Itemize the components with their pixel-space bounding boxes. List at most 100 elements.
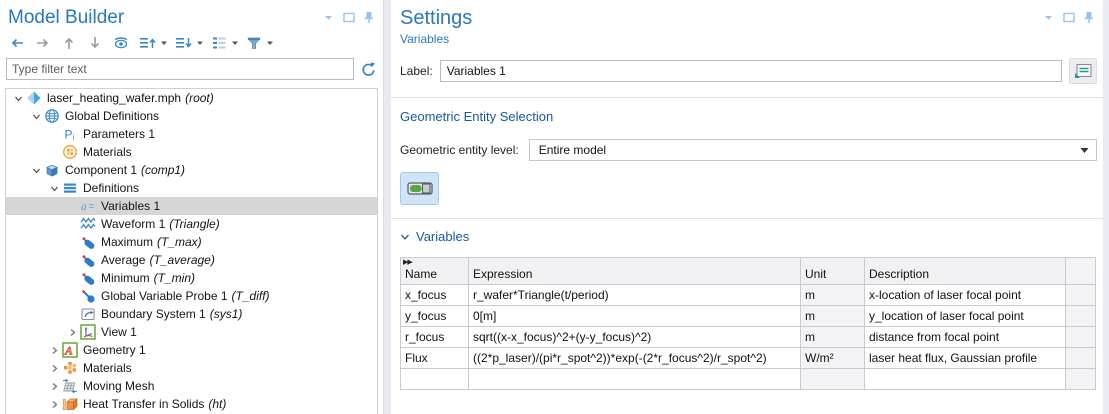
column-header-unit[interactable]: Unit: [801, 258, 865, 285]
cell-name[interactable]: x_focus: [401, 285, 469, 306]
cell-extra: [1066, 327, 1096, 348]
chevron-down-icon[interactable]: [1042, 11, 1055, 24]
expand-arrow-icon[interactable]: [46, 360, 62, 376]
cell-empty[interactable]: [469, 369, 801, 390]
variables-section-header[interactable]: Variables: [400, 229, 1097, 244]
tree-item-heat-transfer-in-solids[interactable]: Heat Transfer in Solids(ht): [6, 395, 377, 413]
materials-global-icon: [62, 144, 78, 160]
tree-item-parameters-1[interactable]: PiParameters 1: [6, 125, 377, 143]
geometric-entity-level-row: Geometric entity level: Entire model: [400, 139, 1097, 161]
tree-item-moving-mesh[interactable]: Moving Mesh: [6, 377, 377, 395]
cell-name[interactable]: Flux: [401, 348, 469, 369]
pin-icon[interactable]: [1082, 11, 1095, 24]
tree-item-materials[interactable]: Materials: [6, 143, 377, 161]
cell-unit[interactable]: m: [801, 327, 865, 348]
expand-list-button[interactable]: [136, 34, 159, 52]
model-builder-header: Model Builder: [0, 0, 383, 29]
tree-item-global-variable-probe-1[interactable]: Global Variable Probe 1(T_diff): [6, 287, 377, 305]
globe-icon: [44, 108, 60, 124]
tree-item-global-definitions[interactable]: Global Definitions: [6, 107, 377, 125]
chevron-down-icon[interactable]: [322, 11, 335, 24]
tree-item-geometry-1[interactable]: AGeometry 1: [6, 341, 377, 359]
arrow-down-icon: [87, 35, 103, 51]
probe-global-icon: [80, 288, 96, 304]
dropdown-caret-icon[interactable]: [196, 40, 204, 46]
dropdown-caret-icon[interactable]: [160, 40, 168, 46]
tree-item-label: laser_heating_wafer.mph: [47, 91, 181, 105]
cell-expression[interactable]: 0[m]: [469, 306, 801, 327]
collapse-chevron-icon[interactable]: [400, 232, 410, 242]
arrow-up-button[interactable]: [58, 34, 80, 52]
cell-empty[interactable]: [801, 369, 865, 390]
cell-expression[interactable]: ((2*p_laser)/(pi*r_spot^2))*exp(-(2*r_fo…: [469, 348, 801, 369]
tree-item-view-1[interactable]: View 1: [6, 323, 377, 341]
arrow-left-button[interactable]: [6, 34, 28, 52]
geometric-entity-level-select[interactable]: Entire model: [529, 139, 1097, 161]
model-builder-window-controls: [322, 7, 375, 24]
tree-item-label: Parameters 1: [83, 127, 155, 141]
cell-name[interactable]: r_focus: [401, 327, 469, 348]
expander-spacer: [64, 270, 80, 286]
tree-item-variables-1[interactable]: a=Variables 1: [6, 197, 377, 215]
tree-item-waveform-1[interactable]: Waveform 1(Triangle): [6, 215, 377, 233]
label-input[interactable]: [440, 60, 1062, 82]
tree-item-materials[interactable]: Materials: [6, 359, 377, 377]
cell-unit[interactable]: W/m²: [801, 348, 865, 369]
restore-icon[interactable]: [342, 11, 355, 24]
definitions-icon: [62, 180, 78, 196]
materials-comp-icon: [62, 360, 78, 376]
cell-unit[interactable]: m: [801, 285, 865, 306]
cell-description[interactable]: distance from focal point: [865, 327, 1066, 348]
cell-expression[interactable]: r_wafer*Triangle(t/period): [469, 285, 801, 306]
probe-icon: [80, 234, 96, 250]
collapse-arrow-icon[interactable]: [46, 180, 62, 196]
show-button[interactable]: [110, 34, 132, 52]
cell-extra: [1066, 306, 1096, 327]
collapse-list-button[interactable]: [172, 34, 195, 52]
active-selection-toggle-icon: [407, 180, 433, 197]
filter-funnel-button[interactable]: [243, 34, 265, 52]
cell-empty[interactable]: [865, 369, 1066, 390]
tree-item-definitions[interactable]: Definitions: [6, 179, 377, 197]
cell-expression[interactable]: sqrt((x-x_focus)^2+(y-y_focus)^2): [469, 327, 801, 348]
tree-item-average[interactable]: Average(T_average): [6, 251, 377, 269]
cell-description[interactable]: laser heat flux, Gaussian profile: [865, 348, 1066, 369]
column-header-expression[interactable]: Expression: [469, 258, 801, 285]
refresh-icon[interactable]: [360, 61, 377, 78]
geometric-entity-selection-section: Geometric Entity Selection Geometric ent…: [391, 98, 1103, 205]
tree-item-laser-heating-wafer-mph[interactable]: laser_heating_wafer.mph(root): [6, 89, 377, 107]
expand-arrow-icon[interactable]: [46, 396, 62, 412]
expander-spacer: [64, 198, 80, 214]
variables-section: Variables ▶▶NameExpressionUnitDescriptio…: [391, 219, 1103, 390]
tree-filter-input[interactable]: [6, 58, 354, 80]
rename-note-button[interactable]: [1069, 58, 1097, 84]
column-header-description[interactable]: Description: [865, 258, 1066, 285]
active-selection-toggle-button[interactable]: [400, 172, 439, 205]
tree-item-boundary-system-1[interactable]: Boundary System 1(sys1): [6, 305, 377, 323]
cell-description[interactable]: x-location of laser focal point: [865, 285, 1066, 306]
cell-empty[interactable]: [401, 369, 469, 390]
tree-item-component-1[interactable]: Component 1(comp1): [6, 161, 377, 179]
collapse-list-icon: [175, 35, 192, 51]
model-tree-node-button[interactable]: [208, 34, 230, 52]
expand-arrow-icon[interactable]: [46, 342, 62, 358]
collapse-arrow-icon[interactable]: [28, 108, 44, 124]
cell-name[interactable]: y_focus: [401, 306, 469, 327]
tree-item-label: Component 1: [65, 163, 137, 177]
dropdown-caret-icon[interactable]: [266, 40, 274, 46]
column-header-name[interactable]: ▶▶Name: [401, 258, 469, 285]
restore-icon[interactable]: [1062, 11, 1075, 24]
filter-row: [0, 55, 383, 85]
cell-unit[interactable]: m: [801, 306, 865, 327]
collapse-arrow-icon[interactable]: [28, 162, 44, 178]
cell-description[interactable]: y_location of laser focal point: [865, 306, 1066, 327]
arrow-down-button[interactable]: [84, 34, 106, 52]
collapse-arrow-icon[interactable]: [10, 90, 26, 106]
expand-arrow-icon[interactable]: [64, 324, 80, 340]
arrow-right-button[interactable]: [32, 34, 54, 52]
tree-item-minimum[interactable]: Minimum(T_min): [6, 269, 377, 287]
dropdown-caret-icon[interactable]: [231, 40, 239, 46]
expand-arrow-icon[interactable]: [46, 378, 62, 394]
tree-item-maximum[interactable]: Maximum(T_max): [6, 233, 377, 251]
pin-icon[interactable]: [362, 11, 375, 24]
